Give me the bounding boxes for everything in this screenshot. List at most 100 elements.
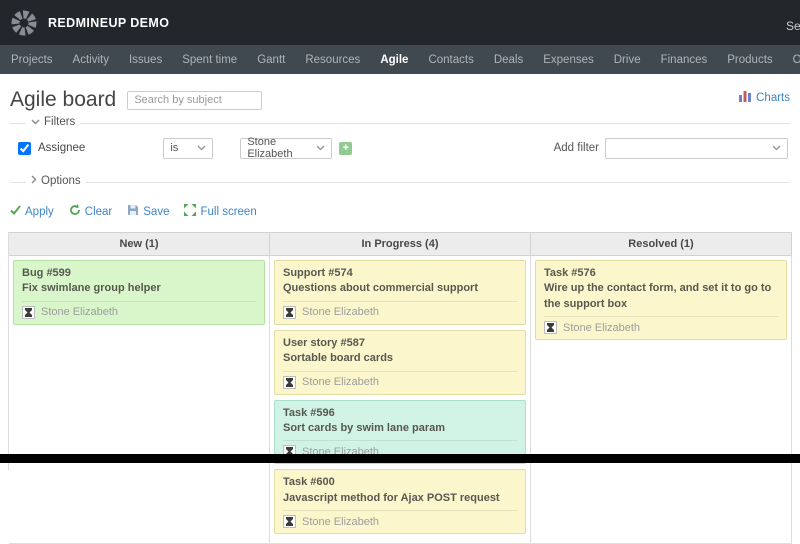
subject-search-input[interactable]	[127, 91, 262, 110]
clear-button[interactable]: Clear	[69, 204, 112, 219]
issue-footer: Stone Elizabeth	[544, 316, 778, 339]
save-button-label: Save	[143, 206, 169, 218]
fullscreen-button[interactable]: Full screen	[184, 204, 256, 219]
assignee-filter-row: Assignee is Stone Elizabeth + Add filter	[10, 136, 790, 160]
nav-item-gantt[interactable]: Gantt	[257, 54, 285, 66]
column-body-in-progress: Support #574Questions about commercial s…	[270, 256, 531, 544]
nav-item-spent-time[interactable]: Spent time	[182, 54, 237, 66]
top-search-link[interactable]: Search	[786, 19, 800, 33]
charts-link[interactable]: Charts	[739, 90, 790, 105]
options-section: Options	[10, 182, 790, 189]
column-header-in-progress: In Progress (4)	[270, 233, 531, 256]
filters-section: Filters Assignee is Stone Elizabeth + Ad…	[10, 123, 790, 164]
nav-item-agile[interactable]: Agile	[380, 54, 408, 66]
column-header-new: New (1)	[9, 233, 270, 256]
issue-tracker-id: Support #574	[283, 266, 517, 281]
issue-subject: Wire up the contact form, and set it to …	[544, 281, 778, 312]
nav-item-finances[interactable]: Finances	[661, 54, 708, 66]
check-icon	[10, 205, 21, 218]
issue-tracker-id: Task #600	[283, 475, 517, 490]
charts-link-label: Charts	[756, 92, 790, 104]
filters-legend[interactable]: Filters	[26, 116, 80, 128]
nav-item-orders[interactable]: Orders	[793, 54, 800, 66]
save-icon	[127, 204, 139, 219]
issue-subject: Fix swimlane group helper	[22, 281, 256, 296]
board-toolbar: Apply Clear Save	[8, 189, 792, 230]
top-header: REDMINEUP DEMO Search	[0, 0, 800, 45]
options-legend[interactable]: Options	[26, 175, 86, 187]
assignee-name: Stone Elizabeth	[302, 376, 379, 388]
assignee-avatar	[283, 306, 296, 319]
nav-item-projects[interactable]: Projects	[11, 54, 53, 66]
nav-item-issues[interactable]: Issues	[129, 54, 162, 66]
nav-item-deals[interactable]: Deals	[494, 54, 523, 66]
board: New (1)In Progress (4)Resolved (1) Bug #5…	[8, 232, 792, 470]
add-filter-select[interactable]	[605, 138, 788, 159]
assignee-avatar	[283, 515, 296, 528]
add-filter-group: Add filter	[554, 138, 790, 159]
nav-item-resources[interactable]: Resources	[305, 54, 360, 66]
reload-icon	[69, 204, 81, 219]
issue-subject: Questions about commercial support	[283, 281, 517, 296]
chevron-down-icon	[316, 142, 325, 154]
assignee-value-select[interactable]: Stone Elizabeth	[240, 138, 332, 159]
fullscreen-button-label: Full screen	[200, 206, 256, 218]
clear-button-label: Clear	[85, 206, 112, 218]
issue-card[interactable]: User story #587Sortable board cards Stone…	[274, 330, 526, 395]
redmineup-logo-icon	[10, 9, 38, 37]
column-body-resolved: Task #576Wire up the contact form, and s…	[531, 256, 792, 544]
issue-card[interactable]: Task #600Javascript method for Ajax POST…	[274, 469, 526, 534]
page-title: Agile board	[10, 88, 116, 112]
fullscreen-icon	[184, 204, 196, 219]
column-header-resolved: Resolved (1)	[531, 233, 792, 256]
column-body-new: Bug #599Fix swimlane group helper Stone E…	[9, 256, 270, 544]
issue-card[interactable]: Task #576Wire up the contact form, and s…	[535, 260, 787, 340]
issue-tracker-id: Task #576	[544, 266, 778, 281]
assignee-name: Stone Elizabeth	[41, 306, 118, 318]
apply-button-label: Apply	[25, 206, 54, 218]
issue-footer: Stone Elizabeth	[283, 510, 517, 533]
issue-tracker-id: Task #596	[283, 406, 517, 421]
issue-footer: Stone Elizabeth	[22, 301, 256, 324]
options-legend-label: Options	[41, 175, 81, 187]
nav-item-contacts[interactable]: Contacts	[428, 54, 473, 66]
nav-item-expenses[interactable]: Expenses	[543, 54, 594, 66]
nav-item-drive[interactable]: Drive	[614, 54, 641, 66]
add-filter-label: Add filter	[554, 142, 599, 154]
chevron-right-icon	[31, 175, 37, 187]
page-content: Agile board Charts Filters Assignee	[0, 74, 800, 470]
assignee-avatar	[22, 306, 35, 319]
title-row: Agile board Charts	[8, 74, 792, 118]
assignee-name: Stone Elizabeth	[302, 516, 379, 528]
assignee-filter-checkbox[interactable]	[18, 142, 31, 155]
assignee-avatar	[544, 321, 557, 334]
issue-tracker-id: Bug #599	[22, 266, 256, 281]
assignee-value-select-value: Stone Elizabeth	[247, 136, 316, 160]
chevron-down-icon	[772, 142, 781, 154]
nav-item-products[interactable]: Products	[727, 54, 772, 66]
issue-footer: Stone Elizabeth	[283, 301, 517, 324]
issue-subject: Javascript method for Ajax POST request	[283, 491, 517, 506]
issue-card[interactable]: Bug #599Fix swimlane group helper Stone E…	[13, 260, 265, 325]
issue-tracker-id: User story #587	[283, 336, 517, 351]
issue-subject: Sort cards by swim lane param	[283, 421, 517, 436]
main-nav: Projects Activity Issues Spent time Gantt Res…	[0, 45, 800, 74]
add-value-button[interactable]: +	[339, 142, 352, 155]
issue-subject: Sortable board cards	[283, 351, 517, 366]
operator-select[interactable]: is	[163, 138, 213, 159]
apply-button[interactable]: Apply	[10, 205, 54, 218]
app-title: REDMINEUP DEMO	[48, 16, 169, 30]
filters-legend-label: Filters	[44, 116, 75, 128]
chevron-down-icon	[31, 116, 40, 128]
operator-select-value: is	[170, 142, 178, 154]
save-button[interactable]: Save	[127, 204, 169, 219]
assignee-filter-label: Assignee	[38, 142, 85, 154]
issue-footer: Stone Elizabeth	[283, 371, 517, 394]
issue-card[interactable]: Support #574Questions about commercial s…	[274, 260, 526, 325]
bottom-bar	[0, 454, 800, 463]
assignee-avatar	[283, 376, 296, 389]
chevron-down-icon	[197, 142, 206, 154]
assignee-name: Stone Elizabeth	[302, 306, 379, 318]
nav-item-activity[interactable]: Activity	[73, 54, 109, 66]
assignee-name: Stone Elizabeth	[563, 322, 640, 334]
